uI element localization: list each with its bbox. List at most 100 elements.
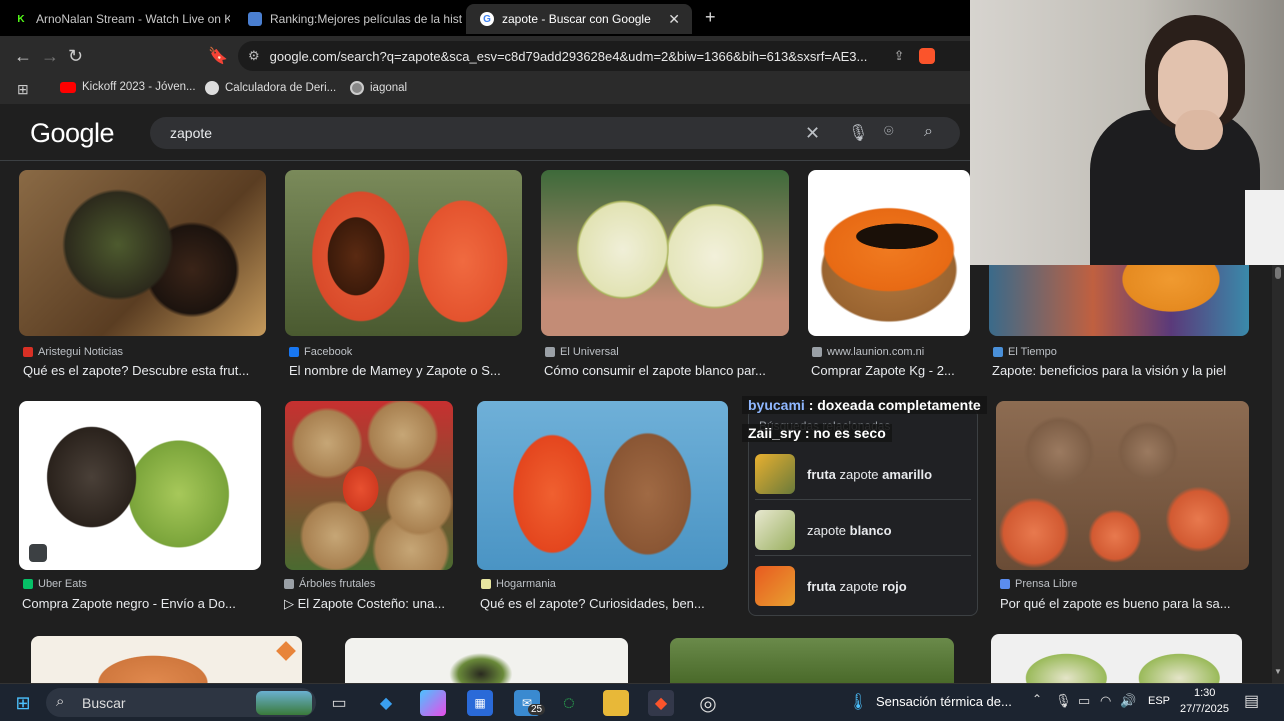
microphone-icon[interactable]: 🎙 [848, 123, 868, 143]
result-image[interactable] [808, 170, 970, 336]
streamer-hand [1175, 110, 1223, 150]
refresh-app-icon[interactable]: ◌ [556, 690, 582, 716]
obs-icon[interactable]: ◎ [695, 690, 721, 716]
copilot-icon[interactable] [420, 690, 446, 716]
result-image[interactable] [989, 265, 1249, 336]
result-title[interactable]: Zapote: beneficios para la visión y la p… [992, 363, 1252, 378]
close-tab-icon[interactable]: ✕ [668, 11, 680, 28]
result-source: Facebook [289, 346, 352, 358]
mail-badge: 25 [528, 704, 546, 715]
windows-start-icon[interactable]: ⊞ [10, 690, 36, 716]
result-image[interactable] [996, 401, 1249, 570]
bookmark-icon[interactable]: 🔖 [208, 46, 228, 66]
scroll-down-icon[interactable]: ▼ [1274, 667, 1282, 676]
result-source: El Universal [545, 346, 619, 358]
result-title[interactable]: Qué es el zapote? Curiosidades, ben... [480, 596, 730, 611]
weather-icon: 🌡 [848, 694, 869, 711]
tab-ranking[interactable]: Ranking:Mejores películas de la histo [234, 4, 462, 34]
result-title[interactable]: Qué es el zapote? Descubre esta frut... [23, 363, 268, 378]
tab-google-search[interactable]: G zapote - Buscar con Google ✕ [466, 4, 692, 34]
new-tab-button[interactable]: + [705, 7, 716, 28]
share-icon[interactable]: ⇪ [894, 48, 905, 64]
result-title[interactable]: Por qué el zapote es bueno para la sa... [1000, 596, 1250, 611]
result-title[interactable]: Compra Zapote negro - Envío a Do... [22, 596, 262, 611]
clear-icon[interactable]: ✕ [805, 123, 820, 144]
result-title[interactable]: El nombre de Mamey y Zapote o S... [289, 363, 524, 378]
brave-icon[interactable]: ◆ [648, 690, 674, 716]
language-indicator[interactable]: ESP [1148, 695, 1170, 707]
reload-icon[interactable]: ↻ [68, 46, 83, 67]
result-source: Prensa Libre [1000, 578, 1077, 590]
related-text: zapote [835, 578, 883, 594]
volume-icon[interactable]: 🔊 [1120, 693, 1136, 709]
taskbar-search[interactable]: ⌕ Buscar [46, 688, 316, 717]
source-name: Prensa Libre [1015, 578, 1078, 590]
result-image[interactable] [19, 170, 266, 336]
result-image[interactable] [345, 638, 628, 683]
brave-shields-icon[interactable] [918, 48, 935, 64]
bookmarks-bar: ⊞ Kickoff 2023 - Jóven... Calculadora de… [0, 76, 970, 105]
site-settings-icon[interactable]: ⚙ [248, 48, 260, 64]
globe-icon [205, 81, 219, 95]
search-icon[interactable]: ⌕ [924, 123, 933, 141]
weather-text[interactable]: Sensación térmica de... [876, 694, 1012, 709]
source-favicon [993, 347, 1003, 357]
back-icon[interactable]: ← [14, 46, 32, 67]
tab-label: Ranking:Mejores películas de la histo [270, 12, 462, 26]
source-favicon [1000, 579, 1010, 589]
result-title[interactable]: ▷ El Zapote Costeño: una... [284, 596, 464, 612]
clock-time[interactable]: 1:30 [1194, 687, 1215, 699]
source-favicon [284, 579, 294, 589]
search-input[interactable]: zapote [170, 125, 212, 141]
result-image[interactable] [285, 170, 522, 336]
result-image[interactable] [285, 401, 453, 570]
store-icon[interactable]: ▦ [467, 690, 493, 716]
notifications-icon[interactable]: ▤ [1244, 691, 1259, 711]
related-search-item[interactable]: zapote blanco [755, 505, 971, 556]
task-view-icon[interactable]: ▭ [326, 690, 352, 716]
clock-date[interactable]: 27/7/2025 [1180, 703, 1229, 715]
result-title[interactable]: Cómo consumir el zapote blanco par... [544, 363, 789, 378]
related-thumbnail [755, 510, 795, 550]
result-image[interactable] [477, 401, 728, 570]
source-name: El Universal [560, 346, 619, 358]
tab-kick-stream[interactable]: K ArnoNalan Stream - Watch Live on Ki [0, 4, 230, 34]
result-image[interactable] [991, 634, 1242, 683]
scrollbar-thumb[interactable] [1275, 267, 1281, 279]
tab-label: ArnoNalan Stream - Watch Live on Ki [36, 12, 230, 26]
result-image[interactable] [541, 170, 789, 336]
logo-mark [276, 641, 296, 661]
result-image[interactable] [31, 636, 302, 683]
lens-icon[interactable]: ⌾ [884, 123, 894, 141]
chat-message: Zaii_sry : no es seco [742, 424, 892, 442]
google-logo[interactable]: Google [30, 118, 115, 149]
search-highlight-image [256, 691, 312, 715]
chevron-up-icon[interactable]: ⌃ [1032, 692, 1042, 706]
wifi-icon[interactable]: ◠ [1100, 693, 1111, 709]
result-title[interactable]: Comprar Zapote Kg - 2... [811, 363, 976, 378]
related-search-item[interactable]: fruta zapote rojo [755, 561, 971, 611]
forward-icon[interactable]: → [41, 46, 59, 67]
vscode-icon[interactable]: ◆ [373, 690, 399, 716]
page-scrollbar[interactable]: ▼ [1272, 265, 1284, 683]
file-explorer-icon[interactable] [603, 690, 629, 716]
microphone-icon[interactable]: 🎙 [1055, 693, 1072, 709]
source-name: Uber Eats [38, 578, 87, 590]
tab-label: zapote - Buscar con Google [502, 12, 651, 26]
result-source: www.launion.com.ni [812, 346, 924, 358]
source-favicon [23, 347, 33, 357]
battery-icon[interactable]: ▭ [1078, 693, 1090, 709]
related-search-item[interactable]: fruta zapote amarillo [755, 449, 971, 500]
search-box[interactable]: zapote ✕ 🎙 ⌾ ⌕ [150, 117, 960, 149]
bookmark-item[interactable]: iagonal [350, 81, 407, 95]
bookmark-item[interactable]: Calculadora de Deri... [205, 81, 336, 95]
result-image[interactable] [19, 401, 261, 570]
address-bar[interactable]: ⚙ google.com/search?q=zapote&sca_esv=c8d… [238, 41, 998, 71]
source-favicon [812, 347, 822, 357]
product-tag-icon [29, 544, 47, 562]
chat-username: byucami [748, 397, 805, 413]
apps-grid-icon[interactable]: ⊞ [17, 81, 29, 98]
result-image[interactable] [670, 638, 954, 683]
bookmark-item[interactable]: Kickoff 2023 - Jóven... [60, 81, 196, 93]
source-favicon [545, 347, 555, 357]
